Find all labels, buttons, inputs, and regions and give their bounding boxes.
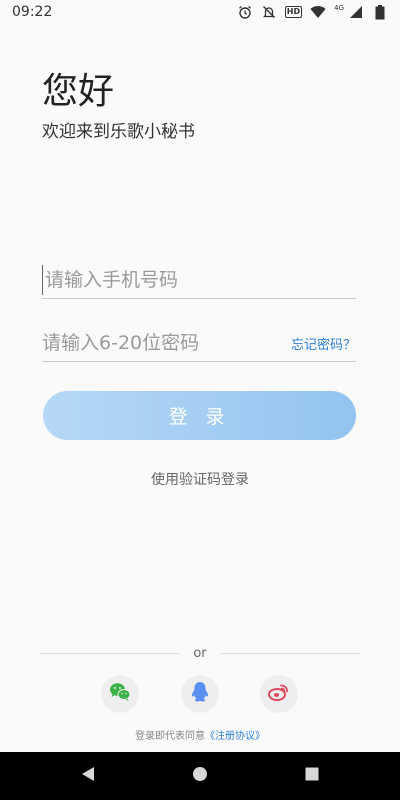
system-nav-bar xyxy=(0,752,400,800)
recent-apps-button[interactable] xyxy=(302,766,322,786)
greeting-title: 您好 xyxy=(42,71,115,112)
social-login-row xyxy=(0,675,400,715)
notifications-off-icon xyxy=(261,4,277,20)
forgot-password-link[interactable]: 忘记密码？ xyxy=(291,334,356,353)
alarm-icon xyxy=(237,4,253,20)
home-circle-icon xyxy=(192,766,208,786)
agreement-prefix: 登录即代表同意 xyxy=(135,731,205,742)
weibo-icon xyxy=(268,682,290,706)
phone-input[interactable] xyxy=(42,265,356,295)
or-text: or xyxy=(193,645,207,661)
back-button[interactable] xyxy=(78,766,98,786)
recent-square-icon xyxy=(304,766,320,786)
status-icons: HD 4G xyxy=(237,4,388,20)
or-divider: or xyxy=(40,644,360,662)
password-input[interactable] xyxy=(42,328,291,358)
welcome-subtitle: 欢迎来到乐歌小秘书 xyxy=(42,122,195,142)
network-type-label: 4G xyxy=(334,4,344,12)
divider-line-left xyxy=(40,652,180,654)
qq-login-button[interactable] xyxy=(181,675,219,713)
signal-icon xyxy=(348,4,364,20)
wechat-login-button[interactable] xyxy=(101,675,139,713)
agreement-text: 登录即代表同意《注册协议》 xyxy=(0,727,400,742)
back-triangle-icon xyxy=(80,765,96,787)
hd-badge: HD xyxy=(284,6,303,18)
sms-login-link[interactable]: 使用验证码登录 xyxy=(0,469,400,489)
register-agreement-link[interactable]: 《注册协议》 xyxy=(205,731,265,742)
home-button[interactable] xyxy=(190,766,210,786)
login-button[interactable]: 登 录 xyxy=(43,391,356,440)
weibo-login-button[interactable] xyxy=(260,675,298,713)
phone-field xyxy=(42,262,356,299)
wifi-icon xyxy=(310,4,326,20)
wechat-icon xyxy=(109,682,131,706)
battery-icon xyxy=(372,4,388,20)
password-field: 忘记密码？ xyxy=(42,325,356,362)
qq-icon xyxy=(191,681,209,707)
divider-line-right xyxy=(220,652,360,654)
status-bar: 09:22 HD 4G xyxy=(0,0,400,24)
status-time: 09:22 xyxy=(12,4,53,20)
